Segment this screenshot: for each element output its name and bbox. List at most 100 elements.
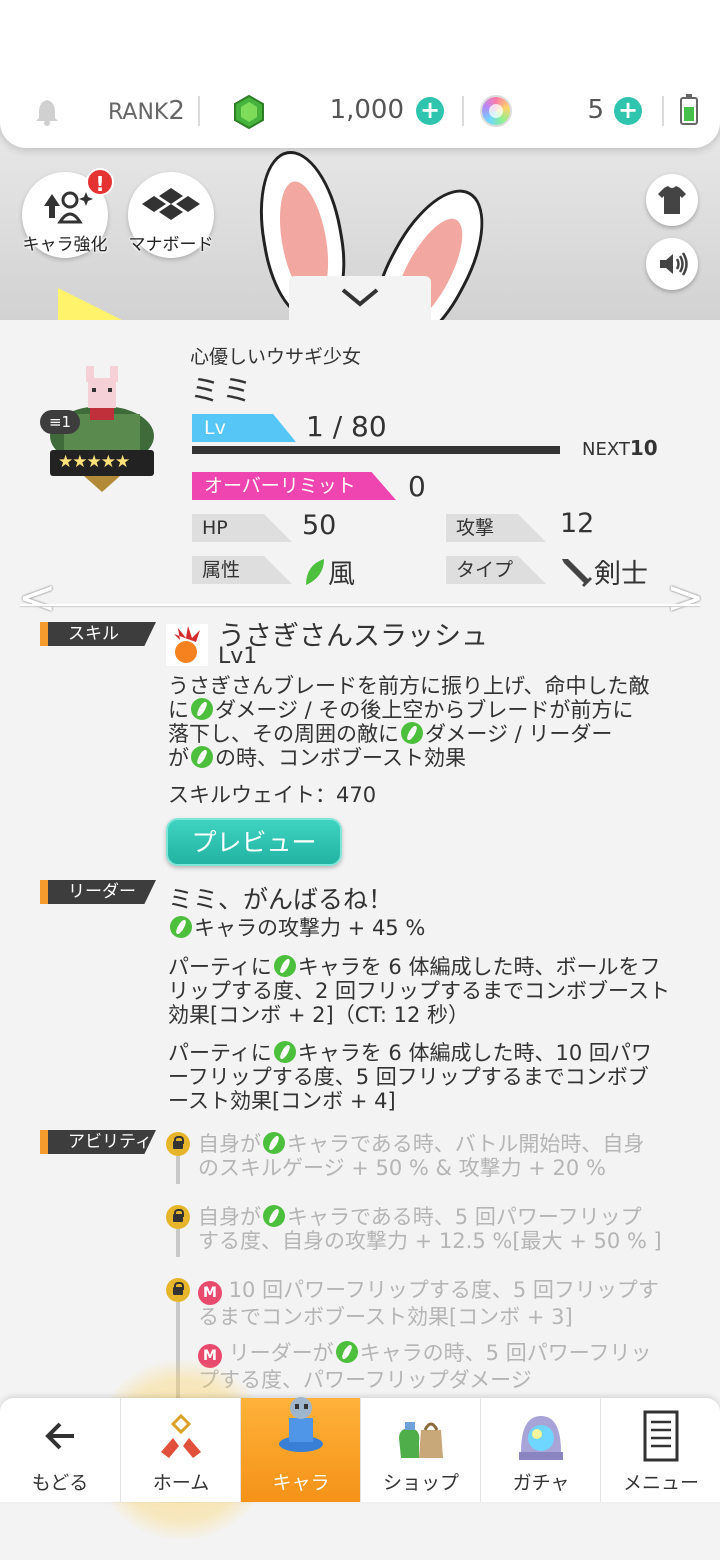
attack-tag: 攻撃 (446, 514, 546, 542)
ability-text: キャラである時、5 回パワーフリップ (287, 1205, 642, 1229)
ability-4: M リーダーが キャラの時、5 回パワーフリッ プする度、パワーフリップダメージ (198, 1341, 678, 1392)
character-icon (279, 1397, 323, 1452)
prev-character-arrow[interactable]: < (18, 570, 57, 624)
leader-effect-text: 効果[コンボ + 2]（CT: 12 秒） (168, 1003, 470, 1027)
skill-section-tag: スキル (40, 622, 156, 646)
skill-desc-text: の時、コンボブースト効果 (215, 746, 466, 770)
element-display: 風 (302, 552, 355, 591)
skill-level: Lv1 (218, 644, 258, 669)
skill-weight: スキルウェイト：470 (168, 783, 377, 807)
manaboard-label: マナボード (128, 235, 214, 255)
ability-text: キャラの時、5 回パワーフリッ (359, 1341, 652, 1365)
wind-icon (273, 1041, 296, 1063)
skill-desc-text: ダメージ / リーダー (425, 722, 613, 746)
gacha-orb-icon (519, 1416, 563, 1460)
nav-shop[interactable]: ショップ (360, 1398, 480, 1502)
nav-back[interactable]: もどる (0, 1398, 120, 1502)
skill-desc-text: に (168, 698, 189, 722)
next-character-arrow[interactable]: > (666, 570, 705, 624)
ability-text: 自身が (198, 1205, 261, 1229)
ability-text: プする度、パワーフリップダメージ (198, 1368, 532, 1392)
attack-value: 12 (560, 508, 595, 539)
orb-count: 5 (587, 95, 604, 125)
yellow-accent-shape (58, 288, 138, 320)
character-epithet: 心優しいウサギ少女 (190, 346, 362, 368)
wind-icon (191, 698, 213, 720)
overlimit-tag: オーバーリミット (192, 472, 396, 500)
nav-menu[interactable]: メニュー (600, 1398, 720, 1502)
wind-icon (401, 722, 423, 744)
section-divider (20, 604, 700, 606)
chevron-down-icon (341, 288, 379, 307)
alert-badge: ! (86, 168, 114, 196)
mana-badge-icon: M (198, 1281, 222, 1305)
ability-text: 自身が (198, 1132, 261, 1156)
stack-count: 1 (61, 413, 72, 431)
ability-3: M 10 回パワーフリップする度、5 回フリップす るまでコンボブースト効果[コ… (198, 1278, 678, 1329)
ability-connector (176, 1229, 180, 1257)
bell-icon[interactable] (34, 98, 60, 126)
home-icon (161, 1413, 201, 1458)
level-value: 1 / 80 (306, 410, 387, 443)
skill-desc-line: うさぎさんブレードを前方に振り上げ、命中した敵 (168, 674, 650, 698)
preview-button[interactable]: プレビュー (166, 818, 342, 866)
rarity-stars: ★★★★★ (58, 452, 130, 472)
ability-text: 10 回パワーフリップする度、5 回フリップす (228, 1278, 659, 1302)
leader-effect-text: パーティに (168, 1041, 272, 1065)
type-value: 剣士 (594, 559, 648, 590)
shop-bag-icon (399, 1422, 443, 1458)
leader-effect-text: キャラを 6 体編成した時、ボールをフ (297, 955, 661, 979)
outfit-button[interactable] (646, 174, 698, 226)
hp-value: 50 (302, 510, 337, 541)
leader-effect-3: パーティに キャラを 6 体編成した時、10 回パワ ーフリップする度、5 回フリ… (168, 1041, 678, 1113)
type-tag: タイプ (446, 556, 546, 584)
divider (662, 96, 664, 126)
next-exp: NEXT10 (582, 436, 658, 460)
wind-icon (263, 1205, 285, 1227)
skill-desc-text: 落下し、その周囲の敵に (168, 722, 399, 746)
hp-tag: HP (192, 514, 292, 542)
leader-effect-text: キャラの攻撃力 + 45 % (194, 916, 426, 940)
ability-2: 自身が キャラである時、5 回パワーフリップ する度、自身の攻撃力 + 12.5 … (198, 1205, 678, 1253)
bottom-navigation: もどる ホーム キャラ ショップ ガチャ メニュー (0, 1397, 720, 1502)
rank-value: 2 (168, 96, 185, 126)
ability-text: のスキルゲージ + 50 % & 攻撃力 + 20 % (198, 1156, 606, 1180)
nav-home-label: ホーム (152, 1472, 210, 1494)
collapse-panel-tab[interactable] (289, 276, 431, 320)
ability-connector (176, 1156, 180, 1184)
exp-bar (192, 446, 560, 454)
ability-text: るまでコンボブースト効果[コンボ + 3] (198, 1305, 573, 1329)
buy-gems-button[interactable]: + (416, 97, 444, 125)
wind-icon (335, 1341, 358, 1363)
leader-section-tag: リーダー (40, 880, 156, 904)
buy-orbs-button[interactable]: + (614, 97, 642, 125)
element-value: 風 (328, 559, 355, 590)
bottom-spacer (0, 1502, 720, 1560)
leader-effect-2: パーティに キャラを 6 体編成した時、ボールをフ リップする度、2 回フリップす… (168, 955, 678, 1027)
skill-description: うさぎさんブレードを前方に振り上げ、命中した敵 に ダメージ / その後上空からブ… (168, 674, 678, 770)
leader-effect-text: キャラを 6 体編成した時、10 回パワ (297, 1041, 652, 1065)
chara-upgrade-button[interactable]: キャラ強化 ! (22, 168, 114, 258)
nav-home[interactable]: ホーム (120, 1398, 240, 1502)
voice-button[interactable] (646, 238, 698, 290)
ability-section-tag: アビリティ (40, 1130, 156, 1154)
ability-text: する度、自身の攻撃力 + 12.5 %[最大 + 50 % ] (198, 1229, 662, 1253)
rank-label: RANK (108, 100, 169, 125)
rank-display: RANK2 (108, 96, 185, 126)
next-value: 10 (629, 436, 658, 460)
wind-icon (170, 916, 192, 938)
wind-leaf-icon (306, 559, 324, 585)
ability-text: リーダーが (228, 1341, 334, 1365)
stack-badge: ≡1 (40, 410, 80, 434)
leader-effect-text: リップする度、2 回フリップするまでコンボブースト (168, 979, 670, 1003)
skill-desc-text: ダメージ / その後上空からブレードが前方に (215, 698, 634, 722)
divider (198, 96, 200, 126)
wind-icon (191, 746, 213, 768)
manaboard-button[interactable]: マナボード (128, 172, 214, 258)
nav-gacha[interactable]: ガチャ (480, 1398, 600, 1502)
nav-chara[interactable]: キャラ (240, 1397, 360, 1502)
divider (462, 96, 464, 126)
wind-icon (273, 955, 296, 977)
nav-menu-label: メニュー (622, 1472, 699, 1494)
type-display: 剣士 (558, 552, 648, 591)
